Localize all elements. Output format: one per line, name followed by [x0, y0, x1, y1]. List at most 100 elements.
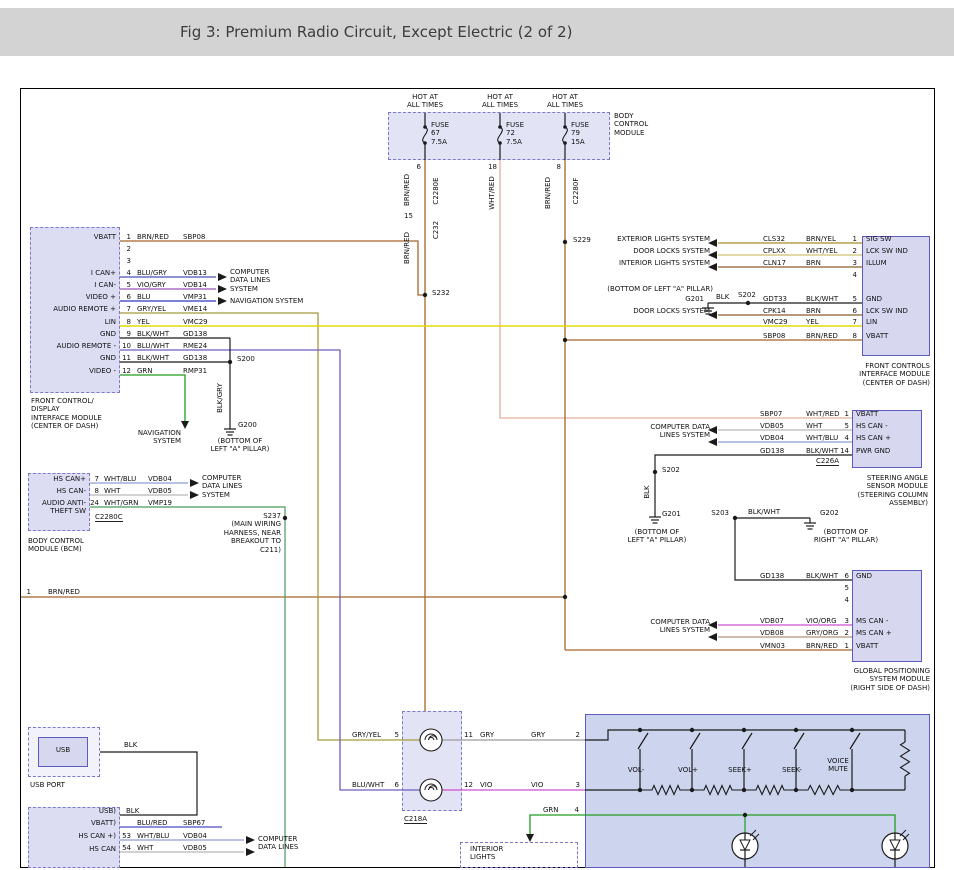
- steer-vbatt: VBATT: [856, 410, 878, 418]
- bcm-pin-7: 7: [95, 475, 99, 483]
- nav-system-2: NAVIGATION SYSTEM: [138, 429, 181, 446]
- conn-c2280f: C2280F: [572, 178, 580, 205]
- gps-w3-code: VDB07: [760, 617, 784, 625]
- bcm-pin-24: 24: [90, 499, 99, 507]
- wire-whtred-rot: WHT/RED: [488, 176, 496, 210]
- fcdim-pin-6: 6: [127, 293, 131, 301]
- fcim-w7-code: VMC29: [763, 318, 788, 326]
- gps-name: GLOBAL POSITIONING SYSTEM MODULE (RIGHT …: [850, 667, 930, 692]
- switch-pin-3: 3: [576, 781, 580, 789]
- ground-g201-ref: G201: [685, 295, 704, 303]
- usb-port-name: USB PORT: [30, 781, 65, 789]
- fcim-illum: ILLUM: [866, 259, 887, 267]
- c218-pin-12: 12: [464, 781, 473, 789]
- splice-s200: S200: [237, 355, 255, 363]
- gps-w6-code: GD138: [760, 572, 784, 580]
- fcim-w3-code: CLN17: [763, 259, 786, 267]
- switch-pin-2: 2: [576, 731, 580, 739]
- fcdim-lin: LIN: [105, 318, 116, 326]
- g201-location: (BOTTOM OF LEFT "A" PILLAR): [628, 528, 687, 545]
- steer-w1-code: SBP07: [760, 410, 782, 418]
- wire-gry-label-2: GRY: [531, 731, 545, 739]
- steer-w4-color: WHT/BLU: [806, 434, 838, 442]
- bcm-w7-color: WHT/BLU: [104, 475, 136, 483]
- fcim-pin-8: 8: [853, 332, 857, 340]
- splice-s202-ref: S202: [738, 291, 756, 299]
- bcm-w8-code: VDB05: [148, 487, 172, 495]
- fcdim-w11-color: BLK/WHT: [137, 354, 169, 362]
- radio-w53-code: VDB04: [183, 832, 207, 840]
- cdl-right-1: COMPUTER DATA LINES SYSTEM: [650, 423, 710, 440]
- radio-pin-53: 53: [122, 832, 131, 840]
- fcdim-pin-5: 5: [127, 281, 131, 289]
- bcm-theft-sw: AUDIO ANTI- THEFT SW: [42, 499, 86, 516]
- conn-c218a: C218A: [404, 815, 427, 824]
- switch-voice-mute: VOICE MUTE: [827, 757, 849, 774]
- steer-w5-color: WHT: [806, 422, 822, 430]
- cdl-left-2: COMPUTER DATA LINES SYSTEM: [202, 474, 242, 499]
- fcdim-pin-4: 4: [127, 269, 131, 277]
- steer-hscan-minus: HS CAN -: [856, 422, 888, 430]
- fcim-w1-code: CLS32: [763, 235, 785, 243]
- fcdim-w5-color: VIO/GRY: [137, 281, 166, 289]
- gps-w1-color: BRN/RED: [806, 642, 838, 650]
- bcm-hscan-minus: HS CAN-: [57, 487, 86, 495]
- gps-mscan-minus: MS CAN -: [856, 617, 888, 625]
- bcm-w24-code: VMP19: [148, 499, 172, 507]
- cdl-right-2: COMPUTER DATA LINES SYSTEM: [650, 618, 710, 635]
- fcdim-video-plus: VIDEO +: [86, 293, 116, 301]
- conn-c2280c: C2280C: [95, 513, 123, 522]
- fcim-pin-6: 6: [853, 307, 857, 315]
- radio-w54-code: VDB05: [183, 844, 207, 852]
- radio-w53-color: WHT/BLU: [137, 832, 169, 840]
- fcdim-w8-code: VMC29: [183, 318, 208, 326]
- gps-pin-3: 3: [845, 617, 849, 625]
- fcdim-pin-8: 8: [127, 318, 131, 326]
- steer-w14-code: GD138: [760, 447, 784, 455]
- switch-vol-plus: VOL+: [678, 766, 698, 774]
- gps-w3-color: VIO/ORG: [806, 617, 837, 625]
- fcdim-w9-color: BLK/WHT: [137, 330, 169, 338]
- fcdim-w10-color: BLU/WHT: [137, 342, 169, 350]
- fcdim-w6-color: BLU: [137, 293, 150, 301]
- wire-gry-label-1: GRY: [480, 731, 494, 739]
- gps-pin-5: 5: [845, 584, 849, 592]
- fcdim-w7-color: GRY/YEL: [137, 305, 166, 313]
- switch-vol-minus: VOL-: [628, 766, 644, 774]
- gps-vbatt: VBATT: [856, 642, 878, 650]
- bcm-w8-color: WHT: [104, 487, 120, 495]
- steer-pin-1: 1: [845, 410, 849, 418]
- fcdim-gnd-2: GND: [100, 354, 116, 362]
- bcm-name: BODY CONTROL MODULE (BCM): [28, 537, 84, 554]
- radio-usb: USB): [99, 807, 116, 815]
- fcdim-pin-10: 10: [122, 342, 131, 350]
- schematic-page: Fig 3: Premium Radio Circuit, Except Ele…: [0, 0, 954, 870]
- steer-name: STEERING ANGLE SENSOR MODULE (STEERING C…: [858, 474, 928, 508]
- switch-pin-4: 4: [575, 806, 579, 814]
- g200-location: (BOTTOM OF LEFT "A" PILLAR): [211, 437, 270, 454]
- splice-s237: S237 (MAIN WIRING HARNESS, NEAR BREAKOUT…: [224, 512, 281, 554]
- wire-blk-radio: BLK: [126, 807, 139, 815]
- fcdim-pin-3: 3: [127, 257, 131, 265]
- gps-w2-color: GRY/ORG: [806, 629, 838, 637]
- fcdim-w12-color: GRN: [137, 367, 153, 375]
- fuse-79-label: FUSE 79 15A: [571, 121, 589, 146]
- ground-g202-label: G202: [820, 509, 839, 517]
- fcdim-w4-color: BLU/GRY: [137, 269, 167, 277]
- wire-brnred-rot-2: BRN/RED: [403, 232, 411, 264]
- wire-vio-label-1: VIO: [480, 781, 492, 789]
- fcim-name: FRONT CONTROLS INTERFACE MODULE (CENTER …: [859, 362, 930, 387]
- fcdim-pin-9: 9: [127, 330, 131, 338]
- pin18-top: 18: [488, 163, 497, 171]
- gps-w2-code: VDB08: [760, 629, 784, 637]
- fcim-lck-sw-ind-1: LCK SW IND: [866, 247, 908, 255]
- splice-s229: S229: [573, 236, 591, 244]
- fcim-pin-3: 3: [853, 259, 857, 267]
- fcim-pin-7: 7: [853, 318, 857, 326]
- wire-blk-usb: BLK: [124, 741, 137, 749]
- pin15: 15: [404, 212, 413, 220]
- fcim-vbatt: VBATT: [866, 332, 888, 340]
- radio-w54-color: WHT: [137, 844, 153, 852]
- fcim-pin-1: 1: [853, 235, 857, 243]
- fcim-w6-code: CPK14: [763, 307, 786, 315]
